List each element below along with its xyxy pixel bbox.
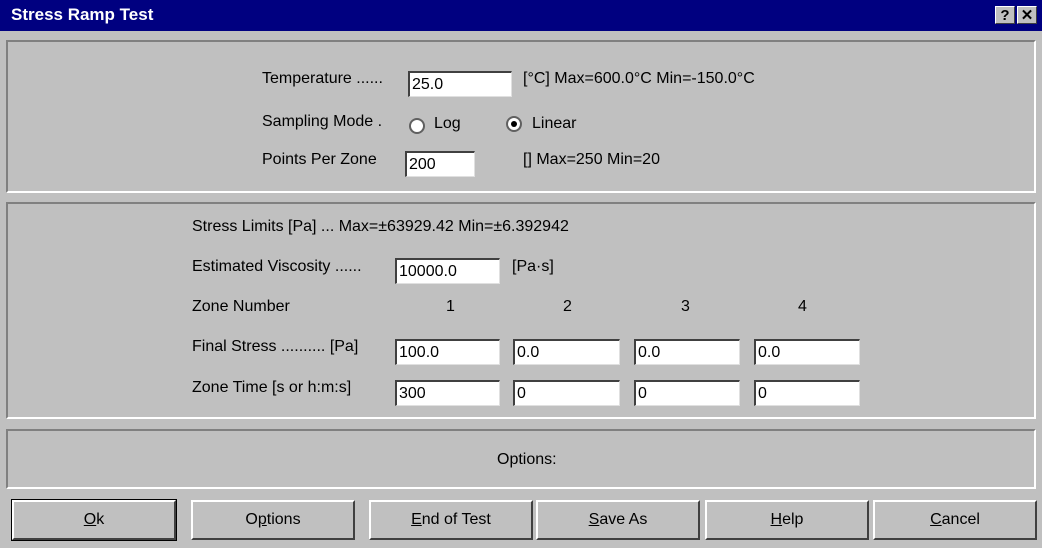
- viscosity-unit: [Pa·s]: [512, 258, 554, 275]
- sampling-linear-label[interactable]: Linear: [532, 115, 576, 133]
- ok-button[interactable]: Ok: [11, 499, 177, 541]
- cancel-button-accelerator: C: [930, 511, 942, 528]
- zone-time-zone-1-input[interactable]: 300: [395, 380, 500, 406]
- zone-number-2: 2: [563, 298, 572, 315]
- zone-time-zone-4-input[interactable]: 0: [754, 380, 860, 406]
- ok-button-accelerator: O: [83, 511, 97, 528]
- ok-button-label-post: k: [96, 511, 105, 528]
- zone-time-zone-3-input[interactable]: 0: [634, 380, 740, 406]
- options-button-label-post: tions: [266, 511, 301, 528]
- help-button-accelerator: H: [770, 511, 783, 528]
- final-stress-zone-2-input[interactable]: 0.0: [513, 339, 620, 365]
- save-as-button-label-post: ave As: [599, 511, 648, 528]
- temperature-label: Temperature ......: [262, 70, 383, 87]
- end-of-test-button-label-post: nd of Test: [421, 511, 491, 528]
- help-title-button[interactable]: ?: [995, 6, 1015, 24]
- options-button[interactable]: Options: [191, 500, 355, 540]
- final-stress-zone-4-input[interactable]: 0.0: [754, 339, 860, 365]
- zone-time-zone-2-input[interactable]: 0: [513, 380, 620, 406]
- estimated-viscosity-input[interactable]: 10000.0: [395, 258, 500, 284]
- zone-number-3: 3: [681, 298, 690, 315]
- estimated-viscosity-label: Estimated Viscosity ......: [192, 258, 362, 275]
- sampling-linear-radio[interactable]: [506, 116, 522, 132]
- general-settings-panel: [6, 40, 1036, 193]
- sampling-log-radio[interactable]: [409, 118, 425, 134]
- radio-selected-dot: [511, 121, 517, 127]
- help-button[interactable]: Help: [705, 500, 869, 540]
- close-title-button[interactable]: ✕: [1017, 6, 1037, 24]
- final-stress-label: Final Stress .......... [Pa]: [192, 338, 359, 355]
- window-title: Stress Ramp Test: [11, 5, 154, 24]
- save-as-button[interactable]: Save As: [536, 500, 700, 540]
- zone-number-1: 1: [446, 298, 455, 315]
- points-per-zone-label: Points Per Zone: [262, 151, 377, 168]
- end-of-test-button[interactable]: End of Test: [369, 500, 533, 540]
- help-button-label-post: elp: [782, 511, 804, 528]
- options-button-accelerator: p: [257, 511, 267, 528]
- zone-number-label: Zone Number: [192, 298, 290, 315]
- zone-number-4: 4: [798, 298, 807, 315]
- options-button-label-pre: O: [245, 511, 258, 528]
- points-per-zone-input[interactable]: 200: [405, 151, 475, 177]
- zone-time-label: Zone Time [s or h:m:s]: [192, 379, 352, 396]
- sampling-mode-label: Sampling Mode .: [262, 113, 383, 130]
- sampling-log-label[interactable]: Log: [434, 115, 461, 133]
- final-stress-zone-3-input[interactable]: 0.0: [634, 339, 740, 365]
- question-mark-icon: ?: [1000, 7, 1010, 24]
- temperature-limits: [°C] Max=600.0°C Min=-150.0°C: [523, 70, 755, 87]
- temperature-input[interactable]: 25.0: [408, 71, 512, 97]
- cancel-button[interactable]: Cancel: [873, 500, 1037, 540]
- close-icon: ✕: [1020, 7, 1034, 24]
- title-bar: Stress Ramp Test ? ✕: [0, 0, 1042, 31]
- stress-limits-text: Stress Limits [Pa] ... Max=±63929.42 Min…: [192, 218, 569, 235]
- cancel-button-label-post: ancel: [941, 511, 980, 528]
- save-as-button-accelerator: S: [588, 511, 600, 528]
- final-stress-zone-1-input[interactable]: 100.0: [395, 339, 500, 365]
- end-of-test-button-accelerator: E: [411, 511, 422, 528]
- points-per-zone-limits: [] Max=250 Min=20: [523, 151, 660, 168]
- options-panel-label: Options:: [497, 451, 557, 468]
